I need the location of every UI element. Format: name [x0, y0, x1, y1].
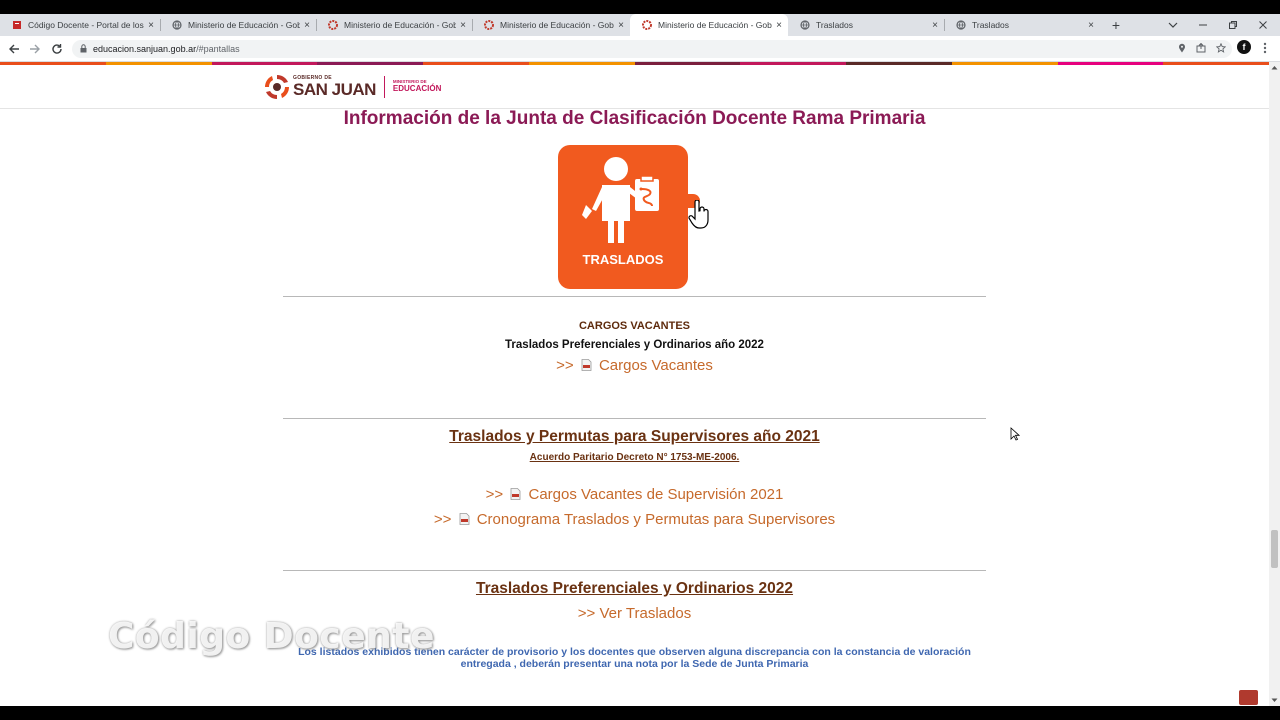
teacher-clipboard-icon — [582, 157, 659, 243]
url-input[interactable]: educacion.sanjuan.gob.ar/#pantallas — [72, 40, 1232, 58]
close-icon[interactable]: × — [776, 20, 782, 31]
tab-title: Traslados — [972, 20, 1010, 30]
link-label: Cargos Vacantes — [598, 357, 713, 374]
url-path: /#pantallas — [196, 44, 240, 54]
tile-label: TRASLADOS — [582, 252, 664, 267]
lock-icon — [80, 43, 87, 55]
sanjuan-sun-icon — [642, 20, 652, 30]
tab-codigo-docente[interactable]: Código Docente - Portal de los D × — [0, 14, 160, 36]
globe-icon — [800, 20, 810, 30]
logo-wordmark: GOBIERNO DE SAN JUAN — [293, 76, 376, 99]
ministry-wordmark: MINISTERIO DE EDUCACIÓN — [393, 80, 441, 93]
close-icon[interactable]: × — [148, 20, 154, 31]
url-host: educacion.sanjuan.gob.ar — [93, 44, 197, 54]
back-arrow-icon[interactable] — [5, 40, 23, 58]
url-text: educacion.sanjuan.gob.ar/#pantallas — [93, 44, 240, 54]
close-icon[interactable]: × — [618, 20, 624, 31]
page-scrollbar[interactable] — [1269, 62, 1280, 706]
close-icon[interactable]: × — [460, 20, 466, 31]
tab-search-chevron-icon[interactable] — [1158, 14, 1188, 36]
pdf-file-icon — [510, 488, 521, 500]
cargos-vacantes-section: CARGOS VACANTES Traslados Preferenciales… — [283, 320, 986, 374]
tab-title: Ministerio de Educación - Gobie — [188, 20, 301, 30]
tab-title: Ministerio de Educación - Gobie — [344, 20, 457, 30]
close-icon[interactable]: × — [1088, 20, 1094, 31]
scroll-down-arrow-icon[interactable] — [1269, 695, 1280, 706]
floating-action-button[interactable] — [1239, 690, 1258, 705]
cronograma-supervisores-link[interactable]: >> Cronograma Traslados y Permutas para … — [283, 511, 986, 528]
scroll-up-arrow-icon[interactable] — [1269, 62, 1280, 73]
tab-title: Ministerio de Educación - Gobie — [658, 20, 773, 30]
mouse-pointer-icon — [1010, 427, 1020, 441]
minimize-icon[interactable] — [1188, 14, 1218, 36]
restore-icon[interactable] — [1218, 14, 1248, 36]
section-divider — [283, 418, 986, 419]
tab-traslados-2[interactable]: Traslados × — [944, 14, 1100, 36]
cargos-vacantes-heading: CARGOS VACANTES — [578, 320, 691, 332]
logo-divider — [383, 76, 385, 98]
page-viewport: GOBIERNO DE SAN JUAN MINISTERIO DE EDUCA… — [0, 62, 1269, 706]
tab-title: Código Docente - Portal de los D — [28, 20, 145, 30]
new-tab-button[interactable]: + — [1108, 14, 1124, 36]
profile-avatar[interactable]: f — [1237, 40, 1251, 54]
close-icon[interactable]: × — [932, 20, 938, 31]
link-label: Cronograma Traslados y Permutas para Sup… — [476, 511, 836, 528]
traslados-2022-heading[interactable]: Traslados Preferenciales y Ordinarios 20… — [283, 580, 986, 598]
reload-icon[interactable] — [48, 40, 66, 58]
hand-pointer-icon — [688, 200, 709, 229]
scroll-thumb[interactable] — [1271, 530, 1278, 568]
forward-arrow-icon[interactable] — [26, 40, 44, 58]
red-book-icon — [12, 20, 22, 30]
tab-title: Traslados — [816, 20, 854, 30]
window-close-icon[interactable] — [1248, 14, 1278, 36]
link-label: Ver Traslados — [599, 605, 692, 622]
cargos-vacantes-subheading: Traslados Preferenciales y Ordinarios añ… — [505, 339, 764, 351]
cargos-vacantes-supervision-link[interactable]: >> Cargos Vacantes de Supervisión 2021 — [283, 486, 986, 503]
video-watermark: Código Docente — [108, 616, 435, 657]
traslados-tile[interactable]: TRASLADOS — [558, 145, 688, 289]
tab-ministerio-active[interactable]: Ministerio de Educación - Gobie × — [630, 14, 788, 36]
browser-menu-icon[interactable] — [1260, 38, 1270, 58]
location-pin-icon[interactable] — [1178, 43, 1186, 55]
supervisores-section: Traslados y Permutas para Supervisores a… — [283, 428, 986, 528]
top-black-bar — [0, 0, 1280, 14]
sanjuan-sun-icon — [484, 20, 494, 30]
omnibox-actions — [1178, 40, 1227, 58]
tab-ministerio-1[interactable]: Ministerio de Educación - Gobie × — [160, 14, 316, 36]
link-prefix: >> — [556, 357, 574, 374]
supervisores-heading[interactable]: Traslados y Permutas para Supervisores a… — [283, 428, 986, 446]
link-prefix: >> — [433, 511, 452, 528]
bottom-black-bar — [0, 706, 1280, 720]
pdf-file-icon — [459, 513, 469, 525]
cargos-vacantes-link[interactable]: >> Cargos Vacantes — [283, 357, 986, 374]
tab-title: Ministerio de Educación - Gobie — [500, 20, 615, 30]
link-label: Cargos Vacantes de Supervisión 2021 — [528, 486, 784, 503]
tab-traslados-1[interactable]: Traslados × — [788, 14, 944, 36]
globe-icon — [172, 20, 182, 30]
decreto-link[interactable]: Acuerdo Paritario Decreto N° 1753-ME-200… — [283, 452, 986, 463]
bookmark-star-icon[interactable] — [1215, 42, 1227, 55]
sanjuan-sun-icon — [328, 20, 338, 30]
globe-icon — [956, 20, 966, 30]
gobierno-san-juan-logo[interactable]: GOBIERNO DE SAN JUAN MINISTERIO DE EDUCA… — [264, 73, 441, 101]
close-icon[interactable]: × — [304, 20, 310, 31]
page-title: Información de la Junta de Clasificación… — [343, 108, 926, 129]
pdf-file-icon — [581, 359, 592, 371]
ministry-big-text: EDUCACIÓN — [392, 84, 442, 94]
tab-ministerio-2[interactable]: Ministerio de Educación - Gobie × — [316, 14, 472, 36]
link-prefix: >> — [485, 486, 504, 503]
tab-strip: Código Docente - Portal de los D × Minis… — [0, 14, 1280, 36]
section-divider — [283, 570, 986, 571]
notice-line-2: entregada , deberán presentar una nota p… — [460, 658, 809, 670]
sanjuan-sun-icon — [264, 74, 290, 100]
site-header: GOBIERNO DE SAN JUAN MINISTERIO DE EDUCA… — [0, 65, 1269, 109]
link-prefix: >> — [577, 605, 596, 622]
share-icon[interactable] — [1196, 42, 1206, 55]
tab-ministerio-3[interactable]: Ministerio de Educación - Gobie × — [472, 14, 630, 36]
address-bar: educacion.sanjuan.gob.ar/#pantallas — [0, 36, 1280, 62]
logo-big-text: SAN JUAN — [293, 80, 376, 99]
section-divider — [283, 296, 986, 297]
